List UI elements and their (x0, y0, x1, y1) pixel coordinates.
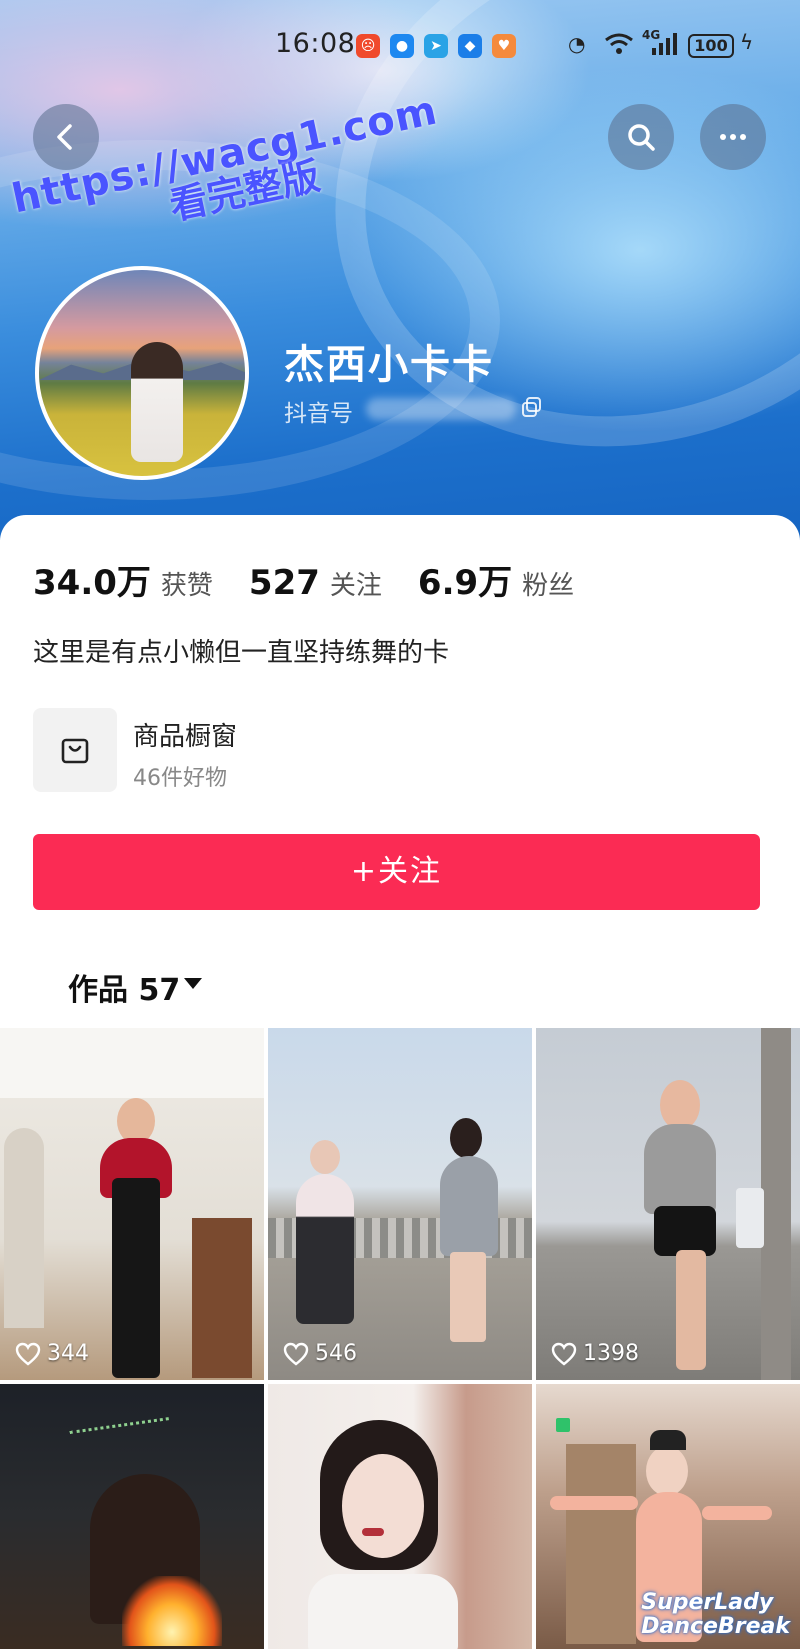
battery-indicator: 100 (688, 34, 734, 58)
following-label: 关注 (329, 571, 382, 601)
video-likes: 546 (283, 1341, 357, 1366)
video-likes: 344 (15, 1341, 89, 1366)
shop-subtitle: 46件好物 (133, 766, 227, 791)
chevron-left-icon (57, 124, 72, 150)
tab-works[interactable]: 作品 57 (68, 965, 180, 1009)
douyin-id-label: 抖音号 (284, 401, 353, 427)
more-dots-icon (720, 134, 746, 140)
video-likes-count: 546 (315, 1341, 357, 1366)
search-icon (628, 124, 655, 151)
bio-text: 这里是有点小懒但一直坚持练舞的卡 (33, 638, 450, 668)
likes-label: 获赞 (160, 571, 213, 601)
status-bar: 16:08 ☹ ● ➤ ◆ ♥ ◔ 4G 100 ϟ (0, 28, 800, 68)
nickname: 杰西小卡卡 (284, 342, 494, 388)
heart-icon (283, 1342, 309, 1366)
copy-icon[interactable] (521, 396, 543, 418)
avatar-figure (131, 342, 183, 462)
video-likes: 1398 (551, 1341, 639, 1366)
video-likes-count: 344 (47, 1341, 89, 1366)
following-count[interactable]: 527 (249, 563, 320, 603)
video-caption-line1: SuperLady (641, 1590, 774, 1615)
shop-title: 商品橱窗 (133, 722, 238, 752)
signal-icon (650, 32, 680, 61)
telegram-icon: ➤ (424, 34, 448, 58)
video-thumbnail[interactable]: 344 (0, 1028, 264, 1380)
shop-window-entry[interactable]: 商品橱窗 46件好物 (33, 708, 433, 794)
app-notification-icon: ☹ (356, 34, 380, 58)
heart-icon (15, 1342, 41, 1366)
charging-icon: ϟ (740, 30, 754, 54)
avatar[interactable] (35, 266, 249, 480)
video-thumbnail[interactable]: 546 (268, 1028, 532, 1380)
video-thumbnail[interactable]: 1398 (536, 1028, 800, 1380)
video-likes-count: 1398 (583, 1341, 639, 1366)
shield-app-icon: ◆ (458, 34, 482, 58)
shopping-bag-icon (33, 708, 117, 792)
video-thumbnail[interactable]: SuperLady DanceBreak (536, 1384, 800, 1649)
video-thumbnail[interactable] (0, 1384, 264, 1649)
message-app-icon: ● (390, 34, 414, 58)
status-time: 16:08 (275, 28, 356, 59)
more-button[interactable] (700, 104, 766, 170)
stats-row: 34.0万 获赞 527 关注 6.9万 粉丝 (33, 555, 610, 603)
follow-button[interactable]: +关注 (33, 834, 760, 910)
followers-label: 粉丝 (522, 571, 575, 601)
likes-count[interactable]: 34.0万 (33, 555, 151, 604)
douyin-id-blurred (366, 398, 516, 420)
video-caption-line2: DanceBreak (641, 1614, 790, 1639)
video-caption-overlay: SuperLady DanceBreak (641, 1591, 790, 1639)
search-button[interactable] (608, 104, 674, 170)
speed-icon: ◔ (568, 32, 586, 56)
heart-icon (551, 1342, 577, 1366)
caret-down-icon[interactable] (184, 978, 202, 989)
followers-count[interactable]: 6.9万 (418, 555, 512, 604)
wifi-icon (604, 32, 634, 61)
video-thumbnail[interactable] (268, 1384, 532, 1649)
health-app-icon: ♥ (492, 34, 516, 58)
